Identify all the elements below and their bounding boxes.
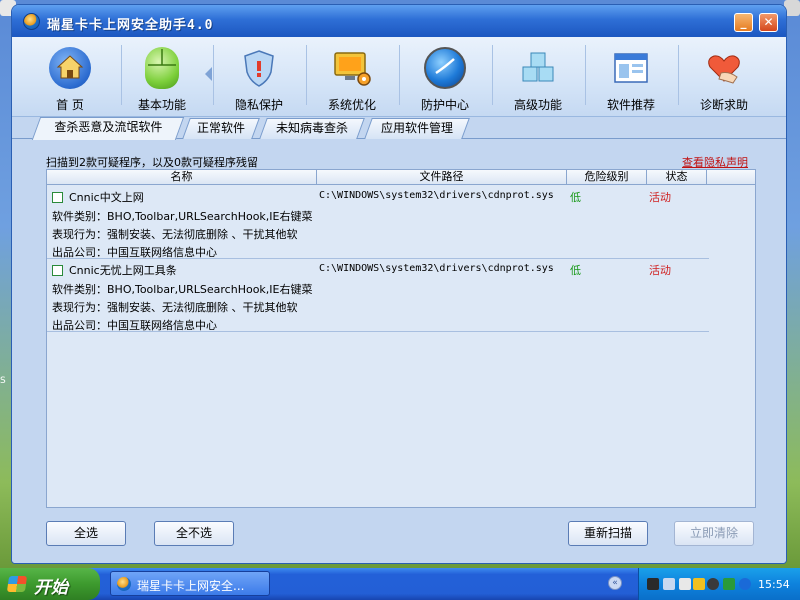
row-company: 出品公司：中国互联网络信息中心: [52, 319, 217, 332]
main-toolbar: 首 页 基本功能 隐私保护 系统优化 防护中心 高级功能 软件推荐 诊断求助: [12, 37, 786, 117]
window-icon: [610, 47, 652, 89]
tab-label: 查杀恶意及流氓软件: [54, 120, 163, 134]
tab-label: 应用软件管理: [380, 121, 453, 135]
taskbar-app-button[interactable]: 瑞星卡卡上网安全...: [110, 571, 270, 596]
display-icon[interactable]: [679, 578, 691, 590]
results-table: 名称 文件路径 危险级别 状态 Cnnic中文上网 C:\WINDOWS\sys…: [46, 169, 756, 508]
cubes-icon: [517, 47, 559, 89]
toolbar-item-recommend[interactable]: 软件推荐: [585, 37, 677, 117]
toolbar-label: 隐私保护: [234, 98, 283, 112]
toolbar-item-protection[interactable]: 防护中心: [399, 37, 491, 117]
toolbar-label: 软件推荐: [606, 98, 655, 112]
minimize-button[interactable]: _: [734, 13, 753, 32]
column-header-risk[interactable]: 危险级别: [567, 170, 647, 185]
table-header: 名称 文件路径 危险级别 状态: [47, 170, 755, 185]
monitor-gear-icon: [331, 47, 373, 89]
tab-app-management[interactable]: 应用软件管理: [364, 118, 470, 139]
privacy-statement-link[interactable]: 查看隐私声明: [682, 154, 748, 170]
toolbar-item-privacy[interactable]: 隐私保护: [213, 37, 305, 117]
toolbar-item-home[interactable]: 首 页: [24, 37, 116, 117]
tab-label: 正常软件: [196, 121, 245, 135]
heart-hand-icon: [703, 47, 745, 89]
column-header-path[interactable]: 文件路径: [317, 170, 567, 185]
close-button[interactable]: ✕: [759, 13, 778, 32]
home-icon: [49, 47, 91, 89]
warning-icon[interactable]: [693, 578, 705, 590]
tray-expand-icon[interactable]: «: [608, 576, 622, 590]
select-none-button[interactable]: 全不选: [154, 521, 234, 546]
mouse-icon: [145, 47, 179, 89]
toolbar-label: 防护中心: [420, 98, 469, 112]
umbrella-icon[interactable]: [723, 578, 735, 590]
row-path: C:\WINDOWS\system32\drivers\cdnprot.sys: [319, 190, 554, 201]
globe-icon: [424, 47, 466, 89]
collapse-arrow-icon[interactable]: [205, 67, 212, 81]
row-category: 软件类别：BHO,Toolbar,URLSearchHook,IE右键菜: [52, 210, 313, 223]
tab-normal-software[interactable]: 正常软件: [182, 118, 260, 139]
row-company: 出品公司：中国互联网络信息中心: [52, 246, 217, 259]
windows-logo-icon: [6, 576, 28, 592]
table-row[interactable]: Cnnic无忧上网工具条 C:\WINDOWS\system32\drivers…: [47, 259, 709, 332]
clock[interactable]: 15:54: [758, 578, 790, 591]
column-header-name[interactable]: 名称: [47, 170, 317, 185]
row-behavior: 表现行为：强制安装、无法彻底删除 、干扰其他软: [52, 301, 298, 314]
toolbar-label: 系统优化: [327, 98, 376, 112]
row-category: 软件类别：BHO,Toolbar,URLSearchHook,IE右键菜: [52, 283, 313, 296]
select-all-button[interactable]: 全选: [46, 521, 126, 546]
tab-malware-scan[interactable]: 查杀恶意及流氓软件: [31, 117, 185, 140]
row-name: Cnnic中文上网: [69, 191, 144, 204]
toolbar-item-diagnose[interactable]: 诊断求助: [678, 37, 770, 117]
row-name: Cnnic无忧上网工具条: [69, 264, 177, 277]
row-risk: 低: [570, 264, 581, 277]
toolbar-label: 高级功能: [513, 98, 562, 112]
toolbar-label: 基本功能: [137, 98, 186, 112]
sub-tab-bar: 查杀恶意及流氓软件 正常软件 未知病毒查杀 应用软件管理: [12, 117, 786, 140]
table-row[interactable]: Cnnic中文上网 C:\WINDOWS\system32\drivers\cd…: [47, 186, 709, 259]
row-status: 活动: [649, 264, 671, 277]
tab-unknown-virus[interactable]: 未知病毒查杀: [259, 118, 365, 139]
toolbar-item-basic[interactable]: 基本功能: [116, 37, 208, 117]
shield-tray-icon[interactable]: [707, 578, 719, 590]
row-risk: 低: [570, 191, 581, 204]
content-panel: 扫描到2款可疑程序，以及0款可疑程序残留 查看隐私声明 名称 文件路径 危险级别…: [12, 140, 786, 563]
tab-label: 未知病毒查杀: [275, 121, 348, 135]
desktop-label: S: [0, 376, 6, 386]
title-bar[interactable]: 瑞星卡卡上网安全助手4.0 _ ✕: [12, 5, 786, 37]
start-label: 开始: [34, 578, 68, 598]
app-logo-icon: [117, 577, 131, 591]
shield-icon: [238, 47, 280, 89]
start-button[interactable]: 开始: [0, 568, 100, 600]
toolbar-item-optimize[interactable]: 系统优化: [306, 37, 398, 117]
camera-icon[interactable]: [647, 578, 659, 590]
taskbar: 开始 瑞星卡卡上网安全... « 15:54: [0, 568, 800, 600]
main-window: 瑞星卡卡上网安全助手4.0 _ ✕ 首 页 基本功能 隐私保护 系统优化 防护中…: [11, 4, 787, 564]
column-header-status[interactable]: 状态: [647, 170, 707, 185]
window-title: 瑞星卡卡上网安全助手4.0: [47, 18, 214, 33]
taskbar-app-label: 瑞星卡卡上网安全...: [137, 579, 245, 593]
row-checkbox[interactable]: [52, 192, 63, 203]
rescan-button[interactable]: 重新扫描: [568, 521, 648, 546]
toolbar-label: 诊断求助: [699, 98, 748, 112]
globe-tray-icon[interactable]: [739, 578, 751, 590]
row-path: C:\WINDOWS\system32\drivers\cdnprot.sys: [319, 263, 554, 274]
scan-summary: 扫描到2款可疑程序，以及0款可疑程序残留: [46, 156, 258, 169]
toolbar-item-advanced[interactable]: 高级功能: [492, 37, 584, 117]
network-icon[interactable]: [663, 578, 675, 590]
row-checkbox[interactable]: [52, 265, 63, 276]
row-status: 活动: [649, 191, 671, 204]
toolbar-label: 首 页: [56, 98, 84, 112]
row-behavior: 表现行为：强制安装、无法彻底删除 、干扰其他软: [52, 228, 298, 241]
app-logo-icon: [23, 13, 40, 30]
clean-now-button[interactable]: 立即清除: [674, 521, 754, 546]
